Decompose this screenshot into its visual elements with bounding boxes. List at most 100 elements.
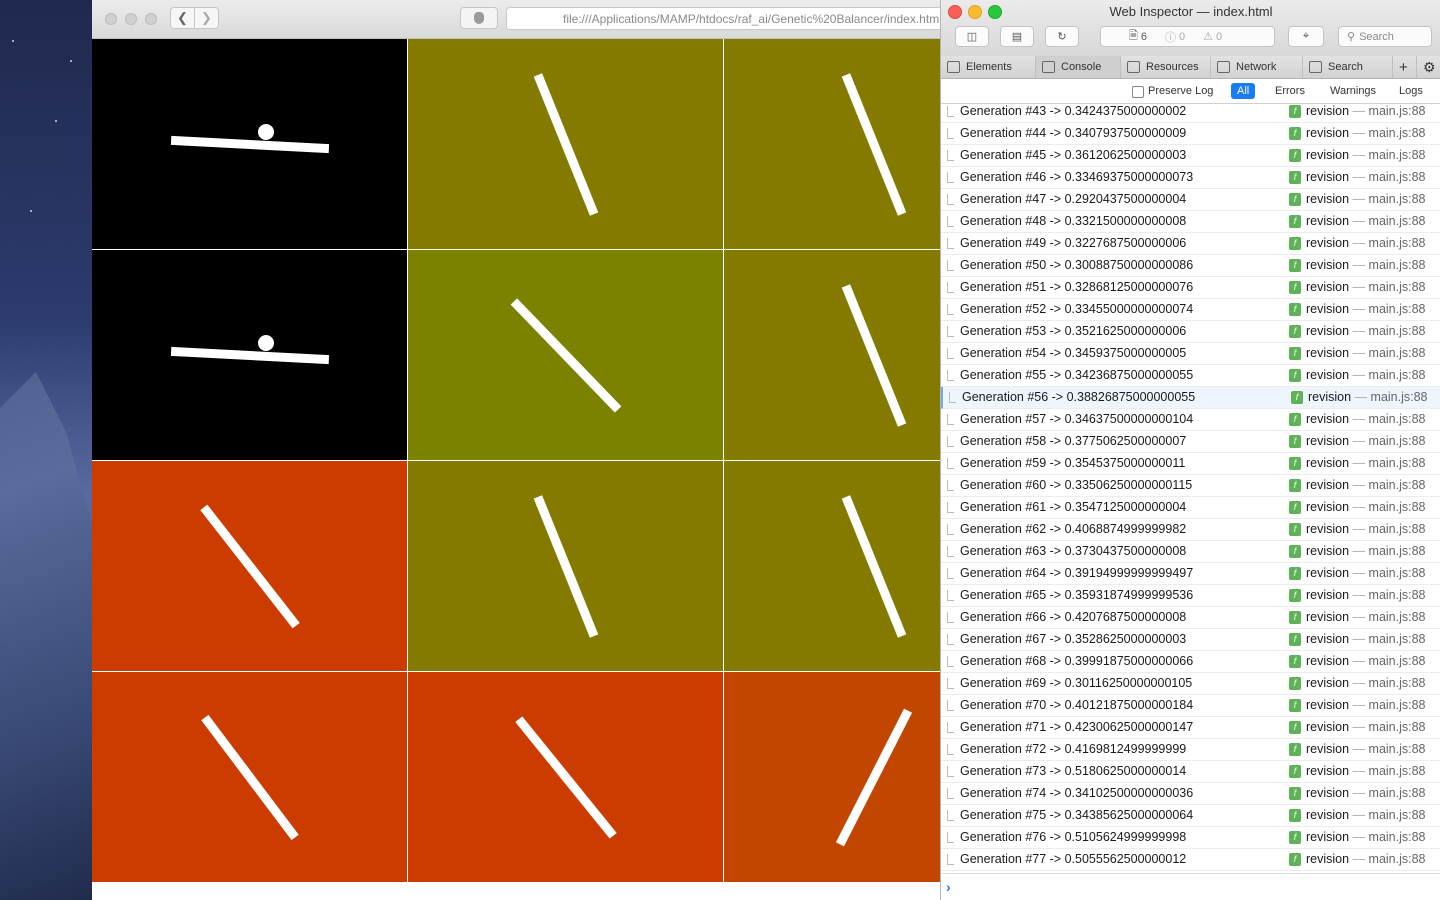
dock-bottom-button[interactable]: ▤ — [1000, 26, 1034, 47]
log-source-link[interactable]: revision — main.js:88 — [1306, 255, 1426, 276]
log-row[interactable]: Generation #62 -> 0.4068874999999982 f rev… — [941, 519, 1440, 541]
log-row[interactable]: Generation #52 -> 0.33455000000000074 f re… — [941, 299, 1440, 321]
log-row[interactable]: Generation #58 -> 0.3775062500000007 f rev… — [941, 431, 1440, 453]
filter-errors[interactable]: Errors — [1269, 83, 1311, 99]
log-row[interactable]: Generation #61 -> 0.3547125000000004 f rev… — [941, 497, 1440, 519]
log-source-link[interactable]: revision — main.js:88 — [1306, 519, 1426, 540]
log-level-icon — [947, 568, 954, 579]
log-source-link[interactable]: revision — main.js:88 — [1306, 563, 1426, 584]
log-row[interactable]: Generation #67 -> 0.3528625000000003 f rev… — [941, 629, 1440, 651]
log-row[interactable]: Generation #60 -> 0.33506250000000115 f re… — [941, 475, 1440, 497]
log-row[interactable]: Generation #44 -> 0.3407937500000009 f rev… — [941, 123, 1440, 145]
minimize-button[interactable] — [125, 13, 137, 25]
log-row[interactable]: Generation #70 -> 0.40121875000000184 f re… — [941, 695, 1440, 717]
log-source-link[interactable]: revision — main.js:88 — [1306, 123, 1426, 144]
inspect-element-button[interactable]: ⌖ — [1288, 26, 1324, 47]
log-row[interactable]: Generation #76 -> 0.5105624999999998 f rev… — [941, 827, 1440, 849]
dock-side-button[interactable]: ◫ — [955, 26, 989, 47]
log-source-link[interactable]: revision — main.js:88 — [1306, 761, 1426, 782]
log-row[interactable]: Generation #71 -> 0.42300625000000147 f re… — [941, 717, 1440, 739]
log-source-link[interactable]: revision — main.js:88 — [1306, 717, 1426, 738]
activity-counters[interactable]: 🗎 6 ⓘ 0 ⚠ 0 — [1100, 26, 1275, 47]
log-source-link[interactable]: revision — main.js:88 — [1306, 497, 1426, 518]
filter-all[interactable]: All — [1231, 83, 1256, 99]
log-source-link[interactable]: revision — main.js:88 — [1306, 103, 1426, 122]
filter-logs[interactable]: Logs — [1393, 83, 1429, 99]
log-source-link[interactable]: revision — main.js:88 — [1306, 189, 1426, 210]
log-source-link[interactable]: revision — main.js:88 — [1306, 585, 1426, 606]
log-row[interactable]: Generation #59 -> 0.3545375000000011 f rev… — [941, 453, 1440, 475]
log-row[interactable]: Generation #66 -> 0.4207687500000008 f rev… — [941, 607, 1440, 629]
log-row[interactable]: Generation #53 -> 0.3521625000000006 f rev… — [941, 321, 1440, 343]
log-row[interactable]: Generation #69 -> 0.30116250000000105 f re… — [941, 673, 1440, 695]
log-source-link[interactable]: revision — main.js:88 — [1306, 629, 1426, 650]
log-row[interactable]: Generation #74 -> 0.34102500000000036 f re… — [941, 783, 1440, 805]
log-row[interactable]: Generation #75 -> 0.34385625000000064 f re… — [941, 805, 1440, 827]
search-field[interactable]: ⚲ Search — [1338, 26, 1432, 47]
tab-network[interactable]: Network — [1211, 56, 1303, 78]
log-row[interactable]: Generation #68 -> 0.39991875000000066 f re… — [941, 651, 1440, 673]
log-row[interactable]: Generation #45 -> 0.3612062500000003 f rev… — [941, 145, 1440, 167]
log-source-link[interactable]: revision — main.js:88 — [1306, 541, 1426, 562]
log-level-icon — [947, 150, 954, 161]
log-row[interactable]: Generation #55 -> 0.34236875000000055 f re… — [941, 365, 1440, 387]
log-source-link[interactable]: revision — main.js:88 — [1306, 321, 1426, 342]
function-icon: f — [1289, 369, 1301, 382]
log-source-link[interactable]: revision — main.js:88 — [1306, 475, 1426, 496]
log-source-link[interactable]: revision — main.js:88 — [1306, 827, 1426, 848]
log-source-link[interactable]: revision — main.js:88 — [1306, 211, 1426, 232]
filter-warnings[interactable]: Warnings — [1324, 83, 1382, 99]
log-source-link[interactable]: revision — main.js:88 — [1308, 387, 1428, 408]
log-source-link[interactable]: revision — main.js:88 — [1306, 145, 1426, 166]
log-row[interactable]: Generation #46 -> 0.33469375000000073 f re… — [941, 167, 1440, 189]
forward-button[interactable]: ❯ — [194, 7, 219, 29]
back-button[interactable]: ❮ — [170, 7, 195, 29]
log-row[interactable]: Generation #72 -> 0.4169812499999999 f rev… — [941, 739, 1440, 761]
log-source-link[interactable]: revision — main.js:88 — [1306, 651, 1426, 672]
tab-resources[interactable]: Resources — [1121, 56, 1211, 78]
tab-console[interactable]: Console — [1036, 56, 1121, 78]
log-row[interactable]: Generation #64 -> 0.39194999999999497 f re… — [941, 563, 1440, 585]
log-source-link[interactable]: revision — main.js:88 — [1306, 805, 1426, 826]
log-source-link[interactable]: revision — main.js:88 — [1306, 431, 1426, 452]
log-source-link[interactable]: revision — main.js:88 — [1306, 849, 1426, 870]
log-source-link[interactable]: revision — main.js:88 — [1306, 409, 1426, 430]
log-source-link[interactable]: revision — main.js:88 — [1306, 783, 1426, 804]
log-row[interactable]: Generation #57 -> 0.34637500000000104 f re… — [941, 409, 1440, 431]
log-source-link[interactable]: revision — main.js:88 — [1306, 343, 1426, 364]
log-row[interactable]: Generation #48 -> 0.3321500000000008 f rev… — [941, 211, 1440, 233]
log-row[interactable]: Generation #50 -> 0.30088750000000086 f re… — [941, 255, 1440, 277]
log-row[interactable]: Generation #51 -> 0.32868125000000076 f re… — [941, 277, 1440, 299]
log-row[interactable]: Generation #54 -> 0.3459375000000005 f rev… — [941, 343, 1440, 365]
log-source-link[interactable]: revision — main.js:88 — [1306, 453, 1426, 474]
preserve-log-checkbox[interactable] — [1132, 86, 1144, 98]
add-tab-button[interactable]: + — [1393, 56, 1417, 78]
privacy-button[interactable] — [460, 7, 498, 29]
log-row[interactable]: Generation #56 -> 0.38826875000000055 f re… — [941, 387, 1440, 409]
close-button[interactable] — [105, 13, 117, 25]
tab-elements[interactable]: Elements — [941, 56, 1036, 78]
log-source-link[interactable]: revision — main.js:88 — [1306, 365, 1426, 386]
log-source-link[interactable]: revision — main.js:88 — [1306, 233, 1426, 254]
console-prompt[interactable]: › — [941, 873, 1440, 900]
gear-icon[interactable]: ⚙ — [1417, 56, 1440, 78]
log-row[interactable]: Generation #49 -> 0.3227687500000006 f rev… — [941, 233, 1440, 255]
zoom-button[interactable] — [145, 13, 157, 25]
star — [30, 210, 32, 212]
log-row[interactable]: Generation #73 -> 0.5180625000000014 f rev… — [941, 761, 1440, 783]
log-source-link[interactable]: revision — main.js:88 — [1306, 607, 1426, 628]
log-source-link[interactable]: revision — main.js:88 — [1306, 167, 1426, 188]
log-source-link[interactable]: revision — main.js:88 — [1306, 673, 1426, 694]
log-source-link[interactable]: revision — main.js:88 — [1306, 739, 1426, 760]
reload-button[interactable]: ↻ — [1045, 26, 1079, 47]
log-row[interactable]: Generation #77 -> 0.5055562500000012 f rev… — [941, 849, 1440, 871]
log-row[interactable]: Generation #65 -> 0.35931874999999536 f re… — [941, 585, 1440, 607]
log-source-link[interactable]: revision — main.js:88 — [1306, 299, 1426, 320]
log-source-link[interactable]: revision — main.js:88 — [1306, 277, 1426, 298]
address-bar[interactable]: file:///Applications/MAMP/htdocs/raf_ai/… — [506, 7, 940, 30]
log-row[interactable]: Generation #47 -> 0.2920437500000004 f rev… — [941, 189, 1440, 211]
log-source-link[interactable]: revision — main.js:88 — [1306, 695, 1426, 716]
log-row[interactable]: Generation #63 -> 0.3730437500000008 f rev… — [941, 541, 1440, 563]
tab-search[interactable]: Search — [1303, 56, 1393, 78]
log-row[interactable]: Generation #43 -> 0.3424375000000002 f rev… — [941, 103, 1440, 123]
